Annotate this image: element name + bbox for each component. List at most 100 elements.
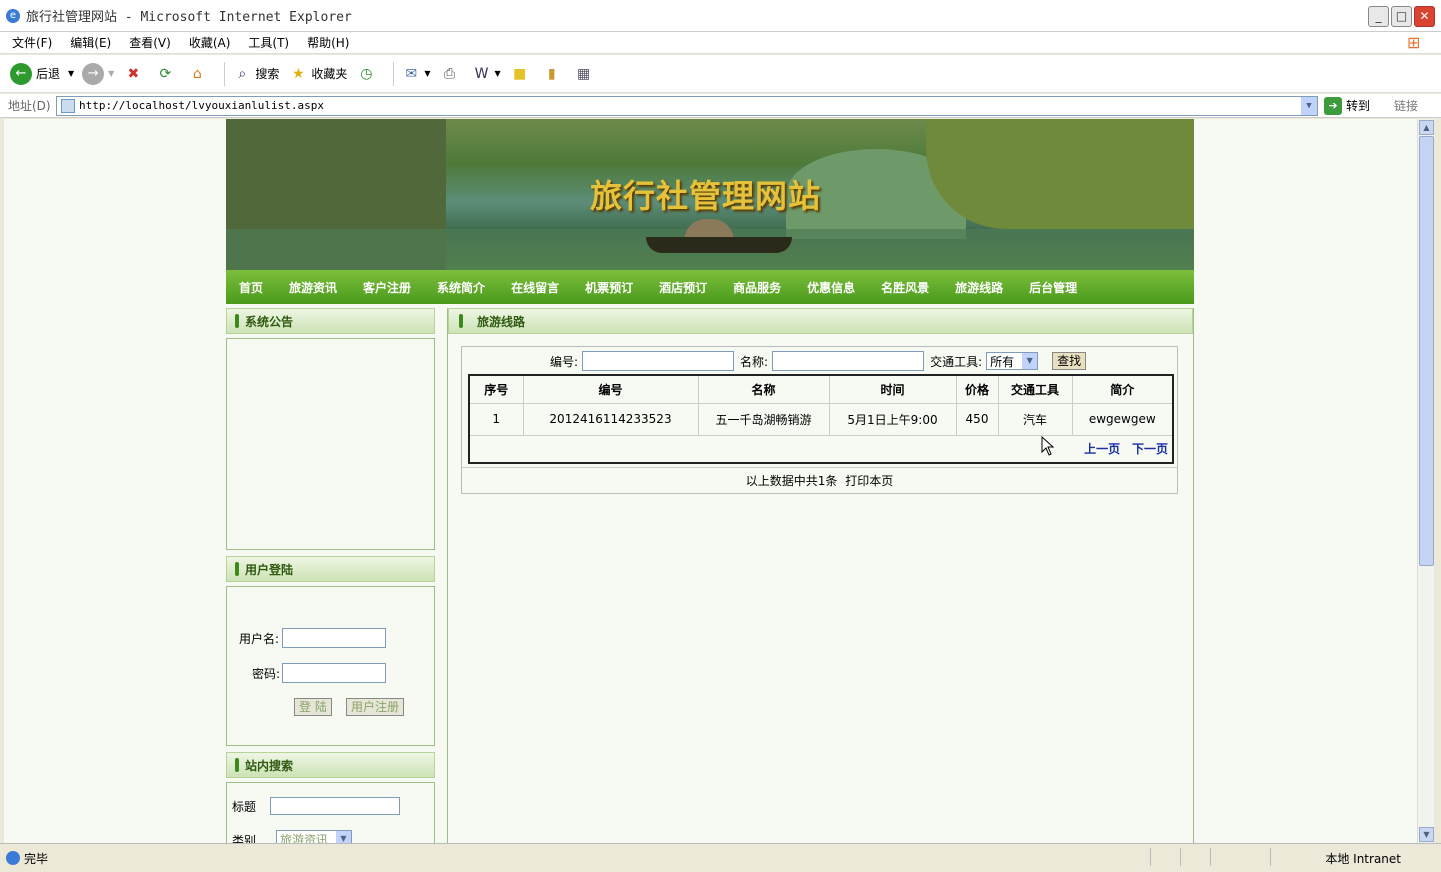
nav-about[interactable]: 系统简介 [437,279,485,296]
pager: 上一页 下一页 [469,435,1173,464]
password-input[interactable] [282,663,386,683]
nav-hotels[interactable]: 酒店预订 [659,279,707,296]
cell-transport: 汽车 [998,403,1073,436]
discuss-button[interactable]: ■ [509,63,533,85]
username-input[interactable] [282,628,386,648]
address-url: http://localhost/lvyouxianlulist.aspx [79,99,325,112]
nav-travel-news[interactable]: 旅游资讯 [289,279,337,296]
forward-button[interactable]: → ▼ [82,62,114,85]
word-icon: W [474,65,489,82]
cell-price: 450 [956,403,999,436]
star-icon: ★ [292,65,305,82]
login-panel: 用户名: 密码: 登 陆 用户注册 [226,586,435,746]
page-status-icon [6,851,20,865]
menu-bar: 文件(F) 编辑(E) 查看(V) 收藏(A) 工具(T) 帮助(H) [0,32,1441,54]
nav-admin[interactable]: 后台管理 [1029,279,1077,296]
search-button[interactable]: ⌕ 搜索 [231,63,279,85]
home-icon: ⌂ [192,65,202,82]
nav-deals[interactable]: 优惠信息 [807,279,855,296]
search-type-select[interactable]: 旅游资讯 ▼ [276,830,352,843]
boat-image [646,237,792,253]
filter-transport-label: 交通工具: [930,354,983,369]
next-page-link[interactable]: 下一页 [1132,442,1168,456]
go-button[interactable]: ➔ 转到 [1324,96,1370,115]
header-bar-icon [459,314,463,328]
search-type-label: 类别 [232,834,257,843]
history-button[interactable]: ◷ [355,63,379,85]
windows-logo-icon: ⊞ [1407,33,1421,52]
favorites-button[interactable]: ★ 收藏夹 [287,63,347,85]
summary-text: 以上数据中共1条 [745,474,838,488]
ie-icon: e [6,8,20,23]
messenger-button[interactable]: ▦ [573,63,597,85]
close-button[interactable]: ✕ [1414,6,1435,27]
main-nav: 首页 旅游资讯 客户注册 系统简介 在线留言 机票预订 酒店预订 商品服务 优惠… [226,270,1194,304]
research-button[interactable]: ▮ [541,63,565,85]
print-page-link[interactable]: 打印本页 [845,474,893,488]
username-label: 用户名: [239,632,280,646]
search-icon: ⌕ [238,65,247,82]
mail-button[interactable]: ✉ ▼ [400,63,430,85]
nav-guestbook[interactable]: 在线留言 [511,279,559,296]
status-text: 完毕 [24,851,49,866]
search-title-input[interactable] [270,797,400,815]
go-arrow-icon: ➔ [1324,96,1342,115]
menu-edit[interactable]: 编辑(E) [70,34,111,51]
vertical-scrollbar[interactable]: ▲ ▼ [1417,119,1434,843]
menu-favorites[interactable]: 收藏(A) [189,34,231,51]
back-dropdown-icon[interactable]: ▼ [68,69,74,78]
stop-button[interactable]: ✖ [122,63,146,85]
header-bar-icon [235,562,239,576]
nav-products[interactable]: 商品服务 [733,279,781,296]
menu-file[interactable]: 文件(F) [12,34,52,51]
announce-header: 系统公告 [226,308,435,334]
print-button[interactable]: ⎙ [439,63,463,85]
address-dropdown-icon[interactable]: ▼ [1301,96,1317,115]
table-row[interactable]: 1 2012416114233523 五一千岛湖畅销游 5月1日上午9:00 4… [469,403,1174,436]
refresh-button[interactable]: ⟳ [154,63,178,85]
edit-button[interactable]: W ▼ [471,63,501,85]
filter-transport-select[interactable]: 所有 ▼ [986,352,1039,370]
announce-panel [226,338,435,550]
address-input[interactable]: http://localhost/lvyouxianlulist.aspx ▼ [56,95,1318,116]
page-viewport: 旅行社管理网站 首页 旅游资讯 客户注册 系统简介 在线留言 机票预订 酒店预订… [4,119,1417,843]
main-title: 旅游线路 [477,314,526,329]
nav-flights[interactable]: 机票预订 [585,279,633,296]
announce-title: 系统公告 [245,314,294,329]
login-button[interactable]: 登 陆 [294,698,332,716]
back-button[interactable]: ← 后退 ▼ [10,62,74,85]
maximize-button[interactable]: □ [1391,6,1412,27]
home-button[interactable]: ⌂ [186,63,210,85]
scroll-down-icon[interactable]: ▼ [1419,827,1434,842]
nav-home[interactable]: 首页 [239,279,263,296]
minimize-button[interactable]: _ [1368,6,1389,27]
col-price: 价格 [956,375,999,404]
search-button[interactable]: 查找 [1052,352,1087,370]
nav-scenery[interactable]: 名胜风景 [881,279,929,296]
prev-page-link[interactable]: 上一页 [1084,442,1120,456]
nav-register[interactable]: 客户注册 [363,279,411,296]
cell-id: 2012416114233523 [523,403,699,436]
menu-help[interactable]: 帮助(H) [307,34,349,51]
col-no: 序号 [469,375,524,404]
site-search-panel: 标题 类别 旅游资讯 ▼ [226,782,435,843]
forward-arrow-icon: → [82,62,105,85]
menu-tools[interactable]: 工具(T) [248,34,289,51]
site-search-title: 站内搜索 [245,758,294,773]
search-title-label: 标题 [232,800,257,814]
table-header-row: 序号 编号 名称 时间 价格 交通工具 简介 [469,375,1174,404]
scroll-thumb[interactable] [1419,136,1434,566]
filter-name-input[interactable] [772,351,925,371]
register-button[interactable]: 用户注册 [346,698,405,716]
scroll-up-icon[interactable]: ▲ [1419,120,1434,135]
nav-routes[interactable]: 旅游线路 [955,279,1003,296]
filter-id-input[interactable] [582,351,735,371]
menu-view[interactable]: 查看(V) [129,34,171,51]
links-button[interactable]: 链接 [1394,97,1418,114]
status-divider [1210,848,1211,866]
cell-no: 1 [469,403,524,436]
toolbar-separator [224,61,226,86]
window-title: 旅行社管理网站 - Microsoft Internet Explorer [26,10,352,25]
security-zone: 本地 Intranet [1325,852,1401,866]
status-bar: 完毕 本地 Intranet [0,843,1441,872]
